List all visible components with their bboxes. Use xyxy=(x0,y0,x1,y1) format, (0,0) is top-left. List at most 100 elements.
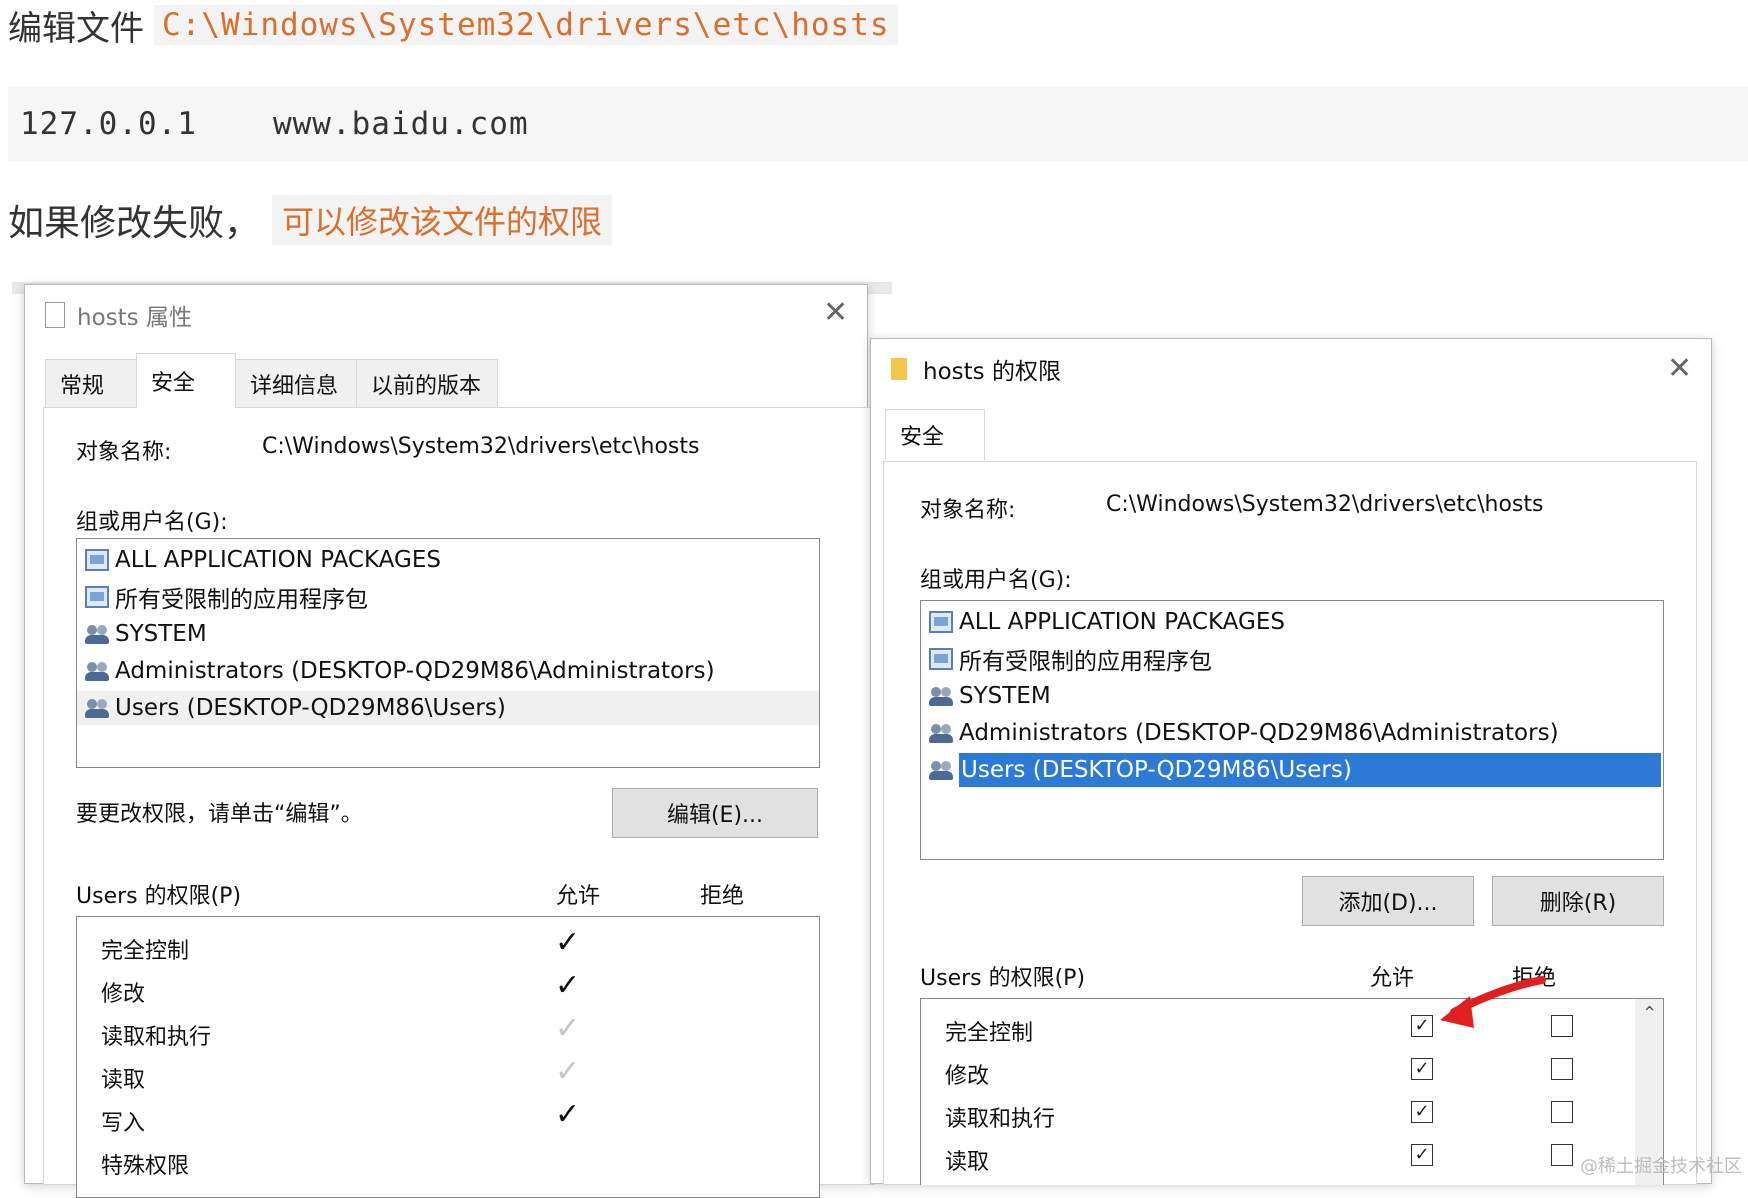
add-button[interactable]: 添加(D)... xyxy=(1302,876,1474,926)
group-name: Users (DESKTOP-QD29M86\Users) xyxy=(115,695,506,721)
props-object-value: C:\Windows\System32\drivers\etc\hosts xyxy=(262,434,700,459)
group-name: SYSTEM xyxy=(115,621,207,647)
props-object-label: 对象名称: xyxy=(76,440,172,465)
group-name: Administrators (DESKTOP-QD29M86\Administ… xyxy=(115,658,715,684)
props-title: hosts 属性 xyxy=(77,305,192,331)
perm-title: hosts 的权限 xyxy=(923,359,1061,385)
group-name: Administrators (DESKTOP-QD29M86\Administ… xyxy=(959,720,1559,746)
permission-name: 修改 xyxy=(945,1064,990,1089)
perm-object-value: C:\Windows\System32\drivers\etc\hosts xyxy=(1106,492,1544,517)
line1-prefix: 编辑文件 xyxy=(8,8,144,49)
props-security-panel: 对象名称: C:\Windows\System32\drivers\etc\ho… xyxy=(43,407,875,1198)
remove-button[interactable]: 删除(R) xyxy=(1492,876,1664,926)
permission-name: 修改 xyxy=(101,982,146,1007)
allow-check-icon: ✓ xyxy=(555,925,581,960)
permission-name: 读取 xyxy=(945,1150,990,1175)
perm-tabs: 安全 xyxy=(885,409,985,460)
code-block: 127.0.0.1 www.baidu.com xyxy=(8,86,1748,162)
props-allow-header: 允许 xyxy=(556,884,601,909)
permission-name: 完全控制 xyxy=(945,1021,1034,1046)
list-item[interactable]: SYSTEM xyxy=(85,617,207,651)
package-icon xyxy=(85,549,109,571)
allow-checkbox[interactable]: ✓ xyxy=(1411,1144,1433,1166)
line3-prefix: 如果修改失败， xyxy=(8,203,261,244)
props-tabs: 常规 安全 详细信息 以前的版本 xyxy=(45,353,498,408)
props-close-icon[interactable]: ✕ xyxy=(823,295,848,330)
package-icon xyxy=(929,611,953,633)
list-item[interactable]: Administrators (DESKTOP-QD29M86\Administ… xyxy=(929,716,1559,750)
users-icon xyxy=(85,623,109,645)
perm-security-panel: 对象名称: C:\Windows\System32\drivers\etc\ho… xyxy=(883,461,1697,1185)
allow-checkbox[interactable]: ✓ xyxy=(1411,1058,1433,1080)
line3-highlight: 可以修改该文件的权限 xyxy=(272,195,613,245)
permission-name: 写入 xyxy=(101,1111,146,1136)
group-name: ALL APPLICATION PACKAGES xyxy=(959,609,1285,635)
allow-check-inherited-icon: ✓ xyxy=(555,1011,581,1046)
deny-checkbox[interactable] xyxy=(1551,1144,1573,1166)
hosts-path-code: C:\Windows\System32\drivers\etc\hosts xyxy=(154,5,898,45)
permission-name: 特殊权限 xyxy=(101,1154,190,1179)
perm-group-label: 组或用户名(G): xyxy=(920,568,1072,593)
props-group-list[interactable]: ALL APPLICATION PACKAGES 所有受限制的应用程序包 SYS… xyxy=(76,538,820,768)
deny-checkbox[interactable] xyxy=(1551,1015,1573,1037)
deny-checkbox[interactable] xyxy=(1551,1058,1573,1080)
perm-group-list[interactable]: ALL APPLICATION PACKAGES 所有受限制的应用程序包 SYS… xyxy=(920,600,1664,860)
perm-perm-label: Users 的权限(P) xyxy=(920,966,1086,991)
file-icon xyxy=(45,302,65,328)
tab-security[interactable]: 安全 xyxy=(885,409,985,460)
article-line-if-fail: 如果修改失败， 可以修改该文件的权限 xyxy=(8,195,613,245)
perm-allow-header: 允许 xyxy=(1370,966,1415,991)
red-arrow-icon xyxy=(1440,976,1546,1028)
perm-permission-list: 完全控制 ✓ 修改 ✓ 读取和执行 ✓ 读取 ✓ ⌃ xyxy=(920,998,1664,1185)
list-item[interactable]: Administrators (DESKTOP-QD29M86\Administ… xyxy=(85,654,715,688)
tab-general[interactable]: 常规 xyxy=(45,359,137,408)
group-name: SYSTEM xyxy=(959,683,1051,709)
allow-checkbox[interactable]: ✓ xyxy=(1411,1101,1433,1123)
code-host: www.baidu.com xyxy=(272,106,529,142)
permission-name: 读取 xyxy=(101,1068,146,1093)
perm-object-label: 对象名称: xyxy=(920,498,1016,523)
article-line-edit-file: 编辑文件 C:\Windows\System32\drivers\etc\hos… xyxy=(8,2,898,49)
props-deny-header: 拒绝 xyxy=(700,884,745,909)
list-item[interactable]: ALL APPLICATION PACKAGES xyxy=(929,605,1285,639)
users-icon xyxy=(929,685,953,707)
package-icon xyxy=(85,586,109,608)
tab-previous-versions[interactable]: 以前的版本 xyxy=(356,359,498,408)
hosts-properties-dialog: hosts 属性 ✕ 常规 安全 详细信息 以前的版本 对象名称: C:\Win… xyxy=(24,284,875,1198)
list-item-selected[interactable]: Users (DESKTOP-QD29M86\Users) xyxy=(929,753,1661,787)
list-item[interactable]: SYSTEM xyxy=(929,679,1051,713)
allow-check-icon: ✓ xyxy=(555,968,581,1003)
edit-button[interactable]: 编辑(E)... xyxy=(612,788,818,838)
code-ip: 127.0.0.1 xyxy=(20,106,197,142)
list-item[interactable]: 所有受限制的应用程序包 xyxy=(85,580,368,614)
watermark: @稀土掘金技术社区 xyxy=(1580,1156,1742,1177)
permission-name: 完全控制 xyxy=(101,939,190,964)
props-permission-list: 完全控制 ✓ 修改 ✓ 读取和执行 ✓ 读取 ✓ 写入 ✓ 特殊权限 xyxy=(76,916,820,1198)
deny-checkbox[interactable] xyxy=(1551,1101,1573,1123)
group-name-selected: Users (DESKTOP-QD29M86\Users) xyxy=(959,753,1661,787)
group-name: ALL APPLICATION PACKAGES xyxy=(115,547,441,573)
users-icon xyxy=(929,759,953,781)
allow-check-icon: ✓ xyxy=(555,1097,581,1132)
allow-check-inherited-icon: ✓ xyxy=(555,1054,581,1089)
group-name: 所有受限制的应用程序包 xyxy=(959,649,1212,675)
list-item[interactable]: ALL APPLICATION PACKAGES xyxy=(85,543,441,577)
list-item-selected[interactable]: Users (DESKTOP-QD29M86\Users) xyxy=(77,691,819,725)
permission-name: 读取和执行 xyxy=(945,1107,1056,1132)
list-item[interactable]: 所有受限制的应用程序包 xyxy=(929,642,1212,676)
props-perm-label: Users 的权限(P) xyxy=(76,884,242,909)
users-icon xyxy=(85,697,109,719)
hosts-permissions-dialog: hosts 的权限 ✕ 安全 对象名称: C:\Windows\System32… xyxy=(870,338,1712,1185)
perm-titlebar[interactable]: hosts 的权限 xyxy=(871,339,1711,399)
tab-details[interactable]: 详细信息 xyxy=(235,359,357,408)
scroll-up-icon[interactable]: ⌃ xyxy=(1642,1003,1657,1024)
folder-icon xyxy=(891,358,907,380)
permission-name: 读取和执行 xyxy=(101,1025,212,1050)
props-titlebar[interactable]: hosts 属性 xyxy=(25,285,867,345)
group-name: 所有受限制的应用程序包 xyxy=(115,587,368,613)
props-change-hint: 要更改权限，请单击“编辑”。 xyxy=(76,802,363,827)
package-icon xyxy=(929,648,953,670)
tab-security[interactable]: 安全 xyxy=(136,353,236,408)
perm-close-icon[interactable]: ✕ xyxy=(1667,351,1692,386)
users-icon xyxy=(85,660,109,682)
